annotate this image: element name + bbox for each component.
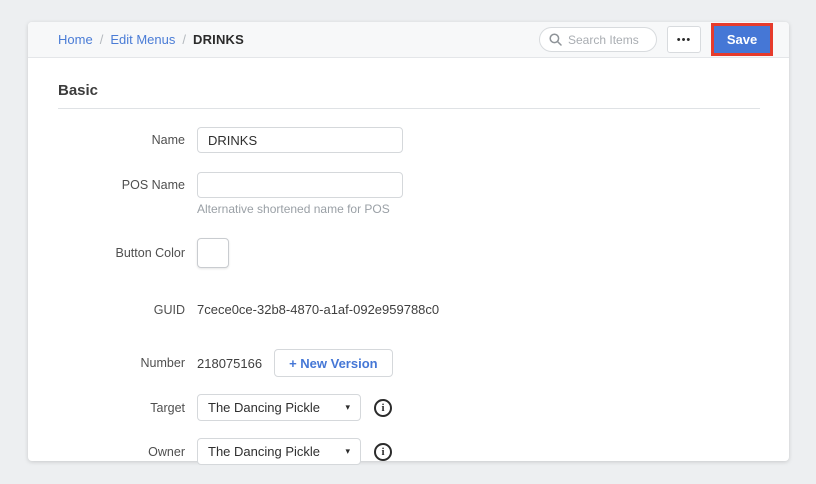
header-bar: Home / Edit Menus / DRINKS [28,22,789,58]
name-label: Name [58,133,185,147]
basic-form: Name POS Name Alternative shortened name… [58,127,760,465]
section-divider [58,108,760,109]
owner-info-icon[interactable]: i [374,443,392,461]
pos-name-input[interactable] [197,172,403,198]
pos-name-field-group: Alternative shortened name for POS [197,172,403,216]
save-button[interactable]: Save [714,26,770,53]
breadcrumb-edit-menus[interactable]: Edit Menus [110,32,175,47]
target-label: Target [58,401,185,415]
target-dropdown-value: The Dancing Pickle [208,400,320,415]
search-box[interactable] [539,27,657,52]
target-dropdown[interactable]: The Dancing Pickle ▾ [197,394,361,421]
chevron-down-icon: ▾ [345,446,350,457]
number-value: 218075166 [197,356,262,371]
guid-label: GUID [58,303,185,317]
new-version-button[interactable]: + New Version [274,349,393,377]
pos-name-helper-text: Alternative shortened name for POS [197,202,403,216]
section-title: Basic [58,82,760,99]
search-input[interactable] [568,33,647,47]
guid-row: GUID 7cece0ce-32b8-4870-a1af-092e959788c… [58,302,760,317]
name-input[interactable] [197,127,403,153]
owner-dropdown[interactable]: The Dancing Pickle ▾ [197,438,361,465]
ellipsis-icon: ••• [677,34,692,46]
number-label: Number [58,356,185,370]
breadcrumb-home[interactable]: Home [58,32,93,47]
header-controls: ••• Save [539,23,773,56]
save-button-highlight: Save [711,23,773,56]
owner-dropdown-value: The Dancing Pickle [208,444,320,459]
edit-menu-card: Home / Edit Menus / DRINKS [28,22,789,461]
number-row: Number 218075166 + New Version [58,349,760,377]
name-row: Name [58,127,760,153]
target-info-icon[interactable]: i [374,399,392,417]
more-options-button[interactable]: ••• [667,26,701,53]
target-row: Target The Dancing Pickle ▾ i [58,394,760,421]
pos-name-label: POS Name [58,172,185,192]
button-color-label: Button Color [58,246,185,260]
search-icon [549,33,562,46]
pos-name-row: POS Name Alternative shortened name for … [58,172,760,216]
breadcrumb: Home / Edit Menus / DRINKS [58,32,244,47]
page-background: Home / Edit Menus / DRINKS [0,0,816,484]
chevron-down-icon: ▾ [345,402,350,413]
form-content: Basic Name POS Name Alternative shortene… [28,58,789,465]
breadcrumb-current-drinks: DRINKS [193,32,244,47]
button-color-swatch[interactable] [197,238,229,268]
owner-label: Owner [58,445,185,459]
breadcrumb-separator: / [182,32,186,47]
button-color-row: Button Color [58,238,760,268]
breadcrumb-separator: / [100,32,104,47]
guid-value: 7cece0ce-32b8-4870-a1af-092e959788c0 [197,302,439,317]
owner-row: Owner The Dancing Pickle ▾ i [58,438,760,465]
